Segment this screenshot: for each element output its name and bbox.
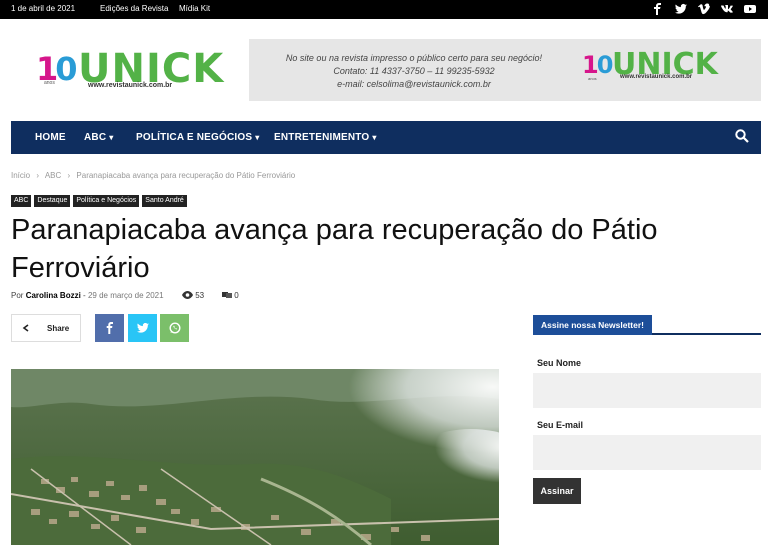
name-input[interactable] (533, 373, 761, 408)
comments-count[interactable]: 0 (222, 291, 239, 300)
chevron-down-icon: ▾ (255, 133, 260, 142)
meta-dash: - (83, 291, 86, 300)
views-count: 53 (182, 291, 204, 300)
share-icon (21, 323, 31, 333)
newsletter-title: Assine nossa Newsletter! (533, 315, 652, 335)
breadcrumb-separator: › (67, 171, 71, 180)
subscribe-button[interactable]: Assinar (533, 478, 581, 504)
media-kit-link[interactable]: Mídia Kit (179, 4, 210, 13)
whatsapp-icon (168, 321, 181, 335)
nav-abc[interactable]: ABC ▾ (84, 132, 113, 143)
facebook-icon (105, 321, 115, 335)
facebook-icon[interactable] (652, 3, 664, 15)
twitter-icon (136, 321, 149, 335)
vimeo-icon[interactable] (698, 3, 710, 15)
banner-line-3: e-mail: celsolima@revistaunick.com.br (337, 79, 491, 89)
breadcrumb: Início › ABC › Paranapiacaba avança para… (11, 171, 299, 180)
banner-line-2: Contato: 11 4337-3750 – 11 99235-5932 (333, 66, 495, 76)
tag-politica-negocios[interactable]: Política e Negócios (73, 195, 140, 207)
share-whatsapp-button[interactable] (160, 314, 189, 342)
share-twitter-button[interactable] (128, 314, 157, 342)
share-facebook-button[interactable] (95, 314, 124, 342)
newsletter-header: Assine nossa Newsletter! (533, 315, 761, 335)
twitter-icon[interactable] (675, 3, 687, 15)
vk-icon[interactable] (721, 3, 733, 15)
by-label: Por (11, 291, 24, 300)
editions-link[interactable]: Edições da Revista (100, 4, 168, 13)
eye-icon (182, 291, 195, 300)
logo-ten-years: 10 (36, 50, 78, 88)
article-meta: Por Carolina Bozzi - 29 de março de 2021 (11, 291, 164, 300)
article-title: Paranapiacaba avança para recuperação do… (11, 214, 658, 284)
tag-destaque[interactable]: Destaque (34, 195, 71, 207)
main-nav: HOME ABC ▾ POLÍTICA E NEGÓCIOS ▾ ENTRETENI… (11, 121, 761, 154)
chevron-down-icon: ▾ (372, 133, 377, 142)
youtube-icon[interactable] (744, 3, 756, 15)
chevron-down-icon: ▾ (109, 133, 114, 142)
share-button[interactable]: Share (11, 314, 81, 342)
banner-line-1: No site ou na revista impresso o público… (285, 53, 543, 63)
nav-politica-negocios[interactable]: POLÍTICA E NEGÓCIOS ▾ (136, 132, 259, 143)
comment-icon (222, 291, 234, 300)
logo-url: www.revistaunick.com.br (88, 82, 173, 89)
category-tags: ABC Destaque Política e Negócios Santo Andr… (11, 189, 190, 207)
nav-entretenimento[interactable]: ENTRETENIMENTO ▾ (274, 132, 377, 143)
logo-anos: anos (44, 80, 55, 86)
article-featured-image (11, 369, 499, 545)
top-bar: 1 de abril de 2021 Edições da Revista Mí… (0, 0, 768, 19)
email-input[interactable] (533, 435, 761, 470)
author-link[interactable]: Carolina Bozzi (26, 291, 81, 300)
tag-santo-andre[interactable]: Santo André (142, 195, 187, 207)
banner-logo: 10 anos UNICK www.revistaunick.com.br (582, 47, 718, 82)
email-label: Seu E-mail (537, 420, 584, 430)
header-banner-ad[interactable]: No site ou na revista impresso o público… (249, 39, 761, 101)
breadcrumb-current: Paranapiacaba avança para recuperação do… (76, 171, 296, 180)
nav-home[interactable]: HOME (35, 132, 66, 143)
breadcrumb-home[interactable]: Início (11, 171, 30, 180)
breadcrumb-abc[interactable]: ABC (45, 171, 61, 180)
current-date: 1 de abril de 2021 (11, 4, 76, 13)
name-label: Seu Nome (537, 358, 582, 368)
search-icon[interactable] (735, 129, 751, 145)
site-logo[interactable]: 10 anos UNICK www.revistaunick.com.br (36, 46, 228, 94)
breadcrumb-separator: › (36, 171, 40, 180)
tag-abc[interactable]: ABC (11, 195, 32, 207)
publish-date: 29 de março de 2021 (87, 291, 164, 300)
share-label: Share (47, 324, 70, 333)
